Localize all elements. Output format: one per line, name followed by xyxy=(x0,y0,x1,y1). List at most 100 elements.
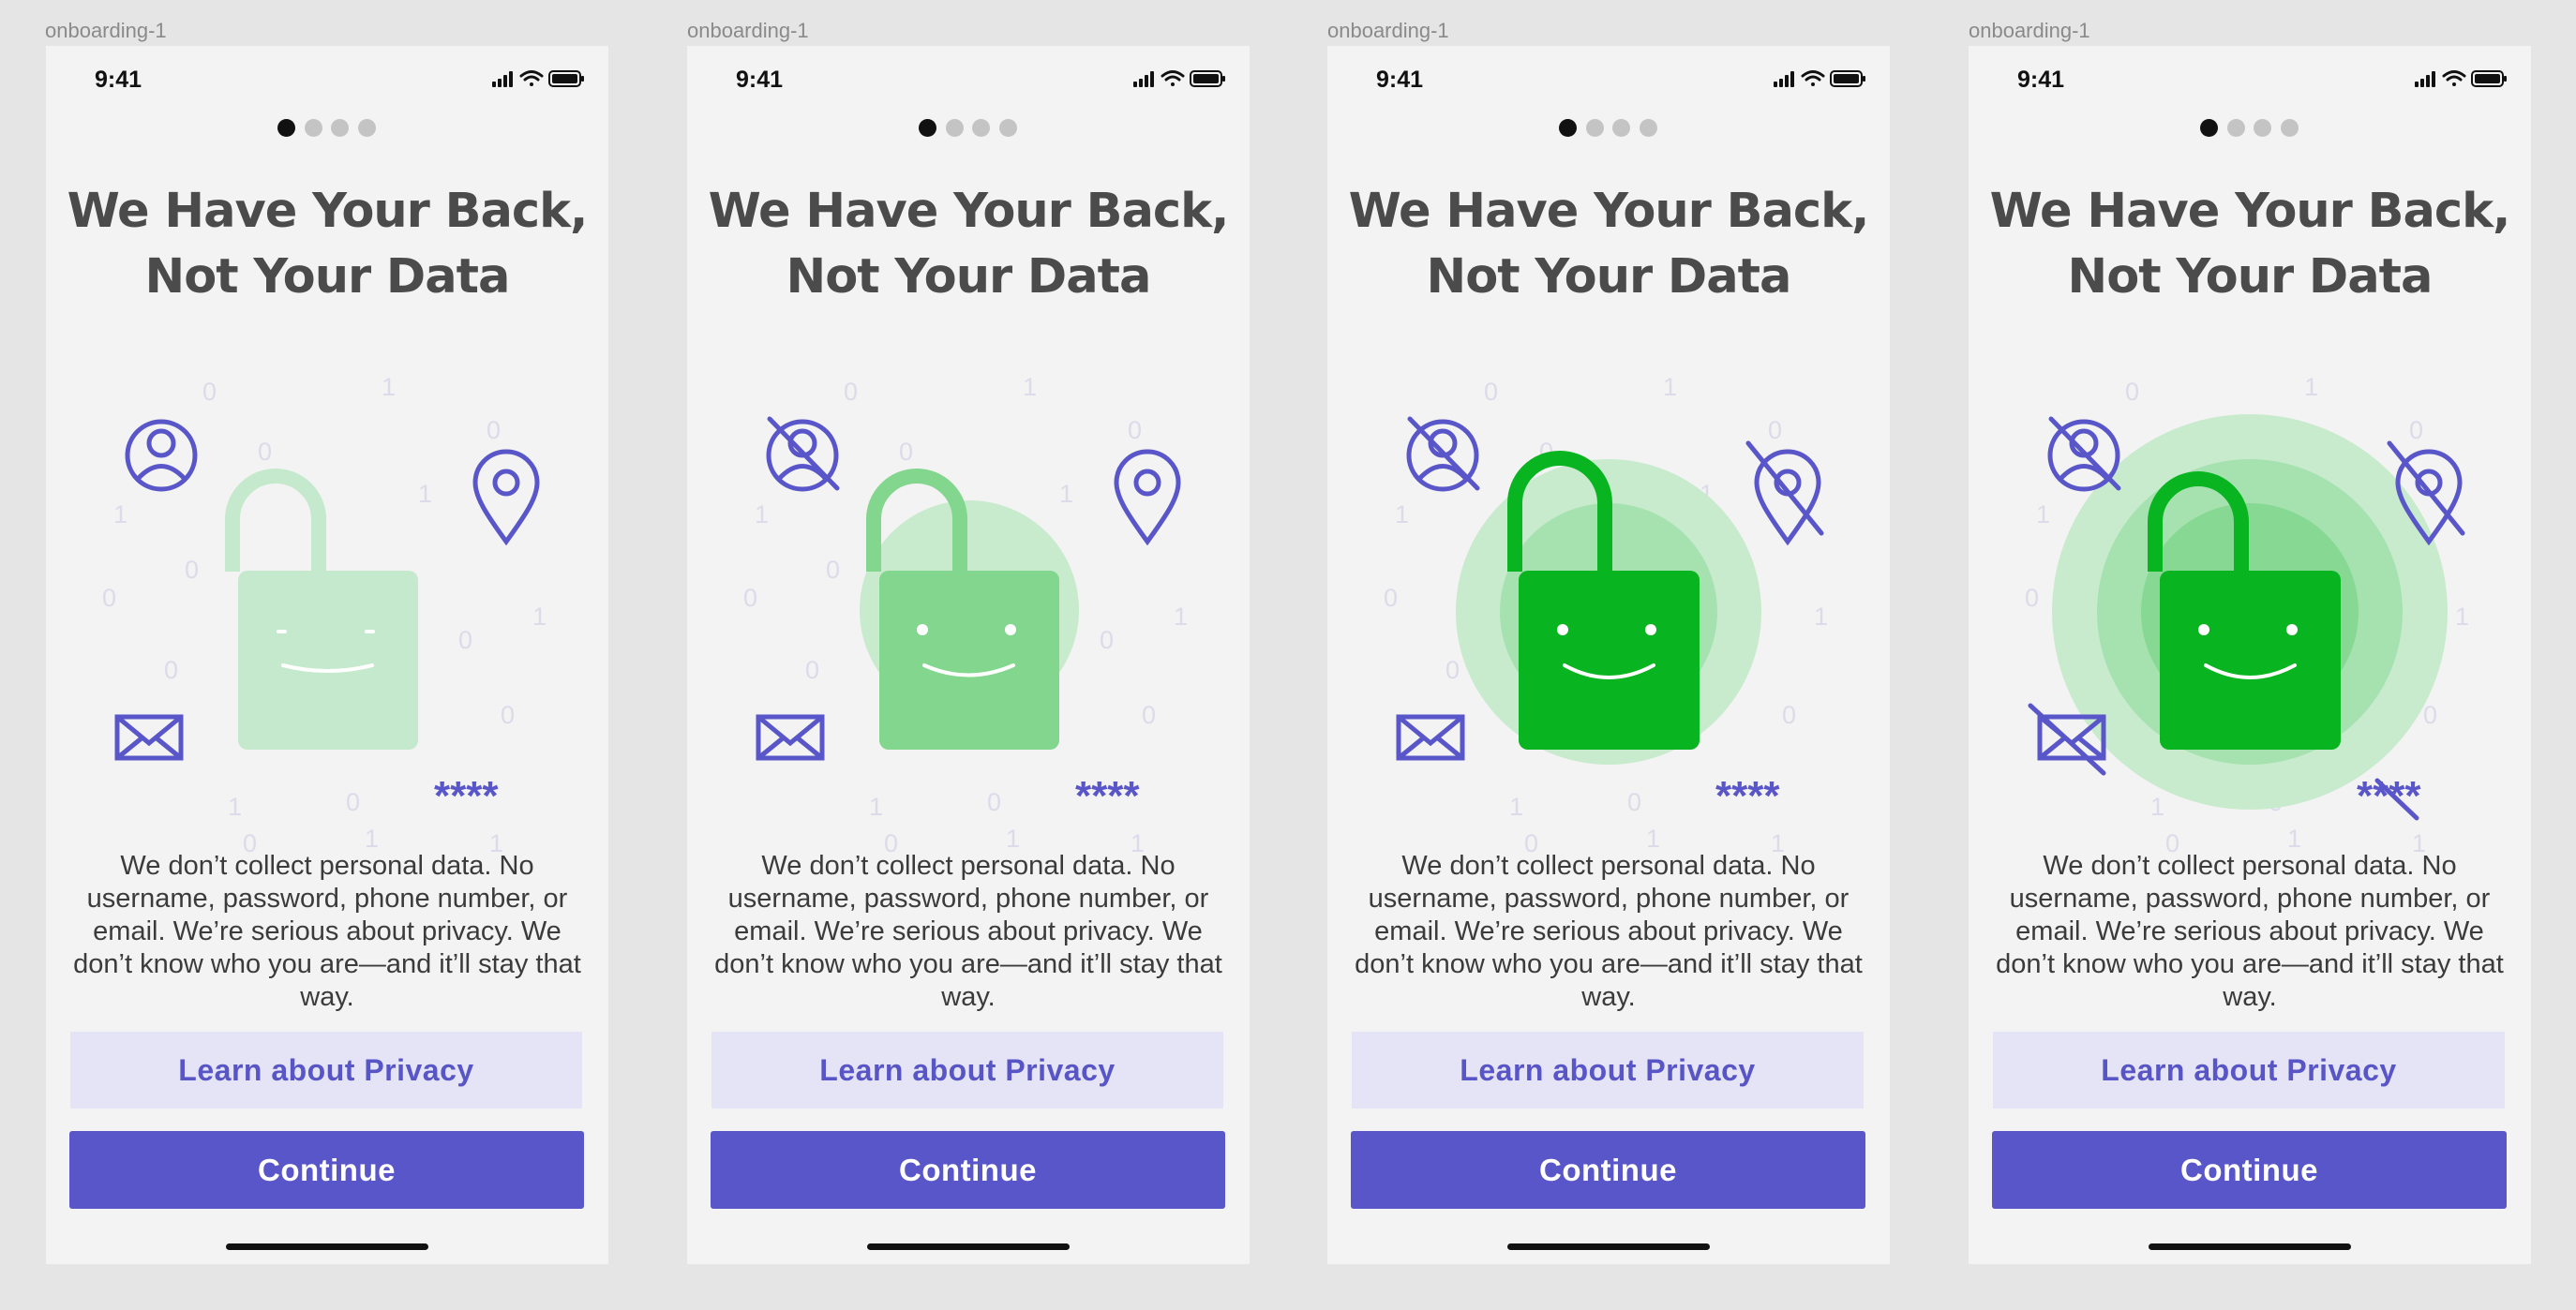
svg-text:0: 0 xyxy=(1782,701,1796,729)
svg-text:0: 0 xyxy=(899,438,913,466)
learn-about-privacy-button[interactable]: Learn about Privacy xyxy=(70,1032,582,1109)
pagination-dot[interactable] xyxy=(2227,119,2245,137)
status-icons xyxy=(1133,70,1225,87)
learn-about-privacy-button[interactable]: Learn about Privacy xyxy=(711,1032,1223,1109)
svg-text:1: 1 xyxy=(532,603,547,631)
pagination-dot[interactable] xyxy=(277,119,295,137)
pagination-dot[interactable] xyxy=(999,119,1017,137)
pagination-dots xyxy=(1969,119,2531,138)
status-time: 9:41 xyxy=(736,67,784,93)
privacy-illustration: 0 1 0 0 1 1 0 1 0 0 0 0 1 0 1 0 1 **** xyxy=(102,373,547,857)
svg-text:0: 0 xyxy=(1627,788,1641,816)
svg-text:1: 1 xyxy=(365,825,379,853)
svg-text:0: 0 xyxy=(102,584,116,612)
location-pin-icon xyxy=(472,449,540,546)
pagination-dot[interactable] xyxy=(305,119,322,137)
pagination-dot[interactable] xyxy=(358,119,376,137)
pagination-dots xyxy=(687,119,1250,138)
svg-text:0: 0 xyxy=(1142,701,1156,729)
wifi-icon xyxy=(519,70,544,86)
description-text: We don’t collect personal data. No usern… xyxy=(714,851,1222,1012)
svg-text:1: 1 xyxy=(2150,793,2164,821)
signal-icon xyxy=(2415,71,2435,87)
privacy-illustration: 0 1 0 0 1 1 0 1 0 0 0 0 1 0 1 0 1 xyxy=(743,373,1188,857)
svg-text:1: 1 xyxy=(1395,500,1409,528)
learn-about-privacy-button[interactable]: Learn about Privacy xyxy=(1993,1032,2505,1109)
svg-text:0: 0 xyxy=(458,626,472,654)
status-icons xyxy=(492,70,584,87)
svg-text:0: 0 xyxy=(1445,656,1460,684)
mail-icon xyxy=(756,714,825,761)
page-title: We Have Your Back, Not Your Data xyxy=(67,184,589,305)
privacy-illustration: 0 1 0 0 1 1 0 1 0 0 0 0 1 0 1 0 1 xyxy=(1384,373,1828,857)
pagination-dot[interactable] xyxy=(946,119,964,137)
svg-text:0: 0 xyxy=(2409,416,2423,444)
svg-text:1: 1 xyxy=(2287,825,2301,853)
pagination-dot[interactable] xyxy=(919,119,936,137)
svg-text:0: 0 xyxy=(501,701,515,729)
svg-text:1: 1 xyxy=(1023,373,1037,401)
location-pin-icon xyxy=(1114,449,1181,546)
pagination-dot[interactable] xyxy=(2254,119,2271,137)
svg-text:0: 0 xyxy=(2125,378,2139,406)
svg-text:1: 1 xyxy=(1646,825,1660,853)
password-mask: **** xyxy=(1075,773,1140,819)
svg-text:1: 1 xyxy=(382,373,396,401)
user-icon xyxy=(766,416,840,492)
svg-text:0: 0 xyxy=(1128,416,1142,444)
status-time: 9:41 xyxy=(2017,67,2065,93)
signal-icon xyxy=(1133,71,1154,87)
signal-icon xyxy=(492,71,513,87)
svg-text:1: 1 xyxy=(228,793,242,821)
user-icon xyxy=(2047,416,2121,492)
phone-screen: 9:41 We Have Your Back, Not Your Data 0 1… xyxy=(1327,46,1890,1264)
svg-text:0: 0 xyxy=(1384,584,1398,612)
battery-icon xyxy=(1190,70,1225,87)
status-icons xyxy=(1774,70,1865,87)
svg-text:0: 0 xyxy=(346,788,360,816)
svg-text:0: 0 xyxy=(844,378,858,406)
continue-button[interactable]: Continue xyxy=(69,1131,584,1209)
pagination-dot[interactable] xyxy=(2200,119,2218,137)
password-mask: **** xyxy=(1715,773,1780,819)
pagination-dots xyxy=(46,119,608,138)
learn-about-privacy-button[interactable]: Learn about Privacy xyxy=(1352,1032,1864,1109)
svg-text:0: 0 xyxy=(805,656,819,684)
pagination-dot[interactable] xyxy=(331,119,349,137)
mail-icon xyxy=(2028,703,2106,776)
svg-text:0: 0 xyxy=(1768,416,1782,444)
location-pin-icon xyxy=(1745,440,1824,546)
svg-text:1: 1 xyxy=(2304,373,2318,401)
battery-icon xyxy=(548,70,584,87)
wifi-icon xyxy=(1161,70,1185,86)
pagination-dot[interactable] xyxy=(1640,119,1657,137)
pagination-dot[interactable] xyxy=(1612,119,1630,137)
mail-icon xyxy=(1396,714,1465,761)
frame-label: onboarding-1 xyxy=(45,19,167,42)
frame-label: onboarding-1 xyxy=(1327,19,1449,42)
home-indicator xyxy=(2149,1243,2351,1250)
continue-button[interactable]: Continue xyxy=(1992,1131,2507,1209)
svg-text:1: 1 xyxy=(2455,603,2469,631)
svg-text:0: 0 xyxy=(164,656,178,684)
signal-icon xyxy=(1774,71,1794,87)
pagination-dot[interactable] xyxy=(2281,119,2299,137)
phone-screen: 9:41 We Have Your Back, Not Your Data 0 1… xyxy=(1969,46,2531,1264)
lock-icon xyxy=(866,469,1059,750)
svg-text:1: 1 xyxy=(2036,500,2050,528)
continue-button[interactable]: Continue xyxy=(1351,1131,1865,1209)
svg-text:1: 1 xyxy=(1059,480,1073,508)
description-text: We don’t collect personal data. No usern… xyxy=(73,851,581,1012)
phone-screen: 9:41 We Have Your Back, Not Your Data 0 1… xyxy=(46,46,608,1264)
pagination-dot[interactable] xyxy=(972,119,990,137)
pagination-dot[interactable] xyxy=(1559,119,1577,137)
page-title: We Have Your Back, Not Your Data xyxy=(708,184,1230,305)
continue-button[interactable]: Continue xyxy=(711,1131,1225,1209)
svg-text:1: 1 xyxy=(1174,603,1188,631)
svg-text:0: 0 xyxy=(2025,584,2039,612)
mail-icon xyxy=(114,714,184,761)
pagination-dot[interactable] xyxy=(1586,119,1604,137)
password-mask: **** xyxy=(434,773,499,819)
page-title: We Have Your Back, Not Your Data xyxy=(1348,184,1870,305)
svg-text:0: 0 xyxy=(258,438,272,466)
